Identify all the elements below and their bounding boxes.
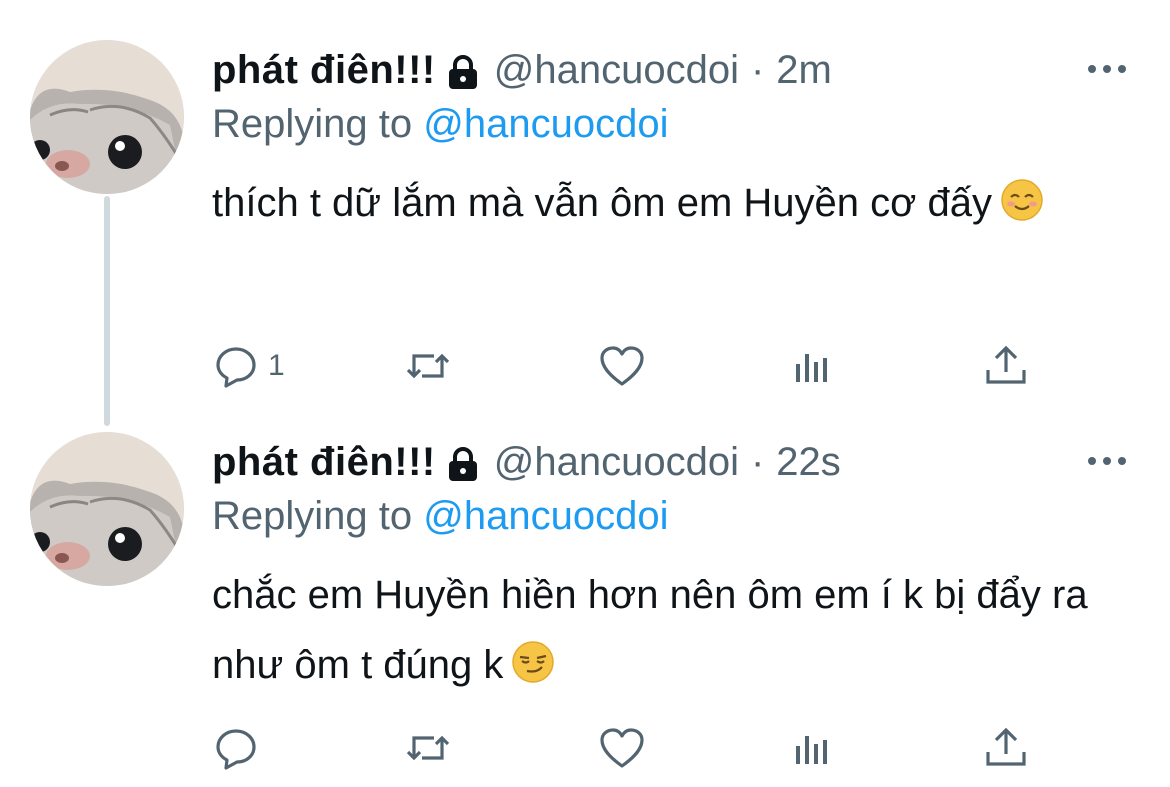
- tweet-text: thích t dữ lắm mà vẫn ôm em Huyền cơ đấy: [212, 168, 1142, 238]
- reply-icon: [216, 729, 256, 770]
- display-name[interactable]: phát điên!!!: [212, 432, 436, 492]
- tweet-text-content: chắc em Huyền hiền hơn nên ôm em í k bị …: [212, 573, 1088, 687]
- tweet-header: phát điên!!! @hancuocdoi · 22s: [212, 432, 841, 492]
- replying-to: Replying to @hancuocdoi: [212, 488, 668, 544]
- handle[interactable]: @hancuocdoi: [494, 40, 739, 100]
- tweet-actions: 1: [0, 336, 1170, 396]
- replying-to-handle[interactable]: @hancuocdoi: [423, 102, 668, 146]
- smirking-face-icon: [511, 636, 555, 683]
- like-button[interactable]: [598, 718, 646, 778]
- handle[interactable]: @hancuocdoi: [494, 432, 739, 492]
- reply-icon: [216, 347, 256, 388]
- lock-icon: [446, 442, 480, 482]
- lock-icon: [446, 50, 480, 90]
- retweet-button[interactable]: [404, 336, 452, 396]
- tweet-text-content: thích t dữ lắm mà vẫn ôm em Huyền cơ đấy: [212, 181, 992, 225]
- share-button[interactable]: [982, 718, 1030, 778]
- replying-to: Replying to @hancuocdoi: [212, 96, 668, 152]
- avatar[interactable]: [30, 432, 184, 586]
- cat-avatar-image: [30, 40, 184, 194]
- replying-to-label: Replying to: [212, 102, 413, 146]
- share-icon: [986, 345, 1026, 384]
- replying-to-label: Replying to: [212, 494, 413, 538]
- like-button[interactable]: [598, 336, 646, 396]
- timestamp[interactable]: 22s: [776, 432, 841, 492]
- display-name[interactable]: phát điên!!!: [212, 40, 436, 100]
- analytics-button[interactable]: [790, 336, 838, 396]
- tweet-header: phát điên!!! @hancuocdoi · 2m: [212, 40, 832, 100]
- reply-button[interactable]: 1: [212, 336, 285, 396]
- separator-dot: ·: [750, 440, 765, 484]
- heart-icon: [600, 728, 644, 768]
- reply-count: 1: [268, 349, 285, 382]
- more-options-icon[interactable]: [1088, 454, 1126, 468]
- retweet-icon: [406, 353, 450, 379]
- tweet-text: chắc em Huyền hiền hơn nên ôm em í k bị …: [212, 560, 1142, 700]
- share-button[interactable]: [982, 336, 1030, 396]
- more-options-icon[interactable]: [1088, 62, 1126, 76]
- timestamp[interactable]: 2m: [776, 40, 832, 100]
- analytics-icon: [796, 354, 827, 382]
- separator-dot: ·: [750, 48, 765, 92]
- retweet-icon: [406, 735, 450, 761]
- smiling-face-icon: [1000, 174, 1044, 221]
- share-icon: [986, 727, 1026, 766]
- replying-to-handle[interactable]: @hancuocdoi: [423, 494, 668, 538]
- heart-icon: [600, 346, 644, 386]
- avatar[interactable]: [30, 40, 184, 194]
- reply-button[interactable]: [212, 718, 268, 778]
- analytics-button[interactable]: [790, 718, 838, 778]
- tweet-actions: [0, 718, 1170, 778]
- cat-avatar-image: [30, 432, 184, 586]
- analytics-icon: [796, 736, 827, 764]
- retweet-button[interactable]: [404, 718, 452, 778]
